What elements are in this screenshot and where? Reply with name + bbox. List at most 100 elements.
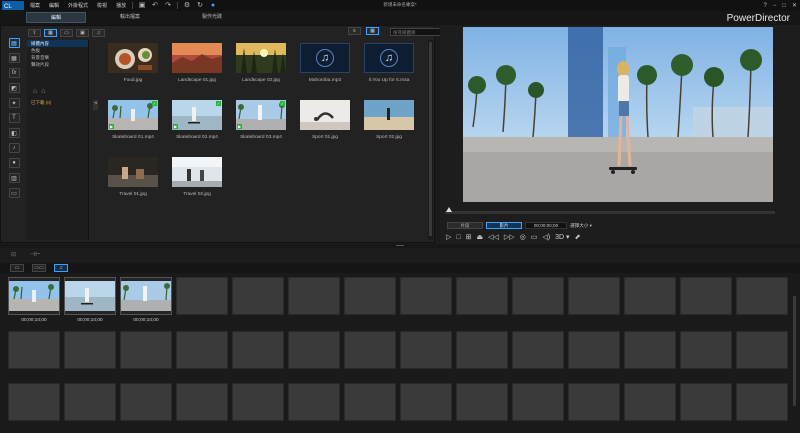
media-thumbnail[interactable] — [300, 100, 350, 130]
tab-produce[interactable]: 輸出檔案 — [100, 12, 160, 23]
media-item[interactable]: ♫ Mahoroba.mp3 — [292, 43, 358, 83]
storyboard-empty-slot[interactable] — [736, 383, 788, 421]
media-thumbnail[interactable] — [172, 43, 222, 73]
particle-icon[interactable]: ✦ — [8, 98, 20, 108]
media-item[interactable]: Travel 01.jpg — [100, 157, 166, 197]
storyboard-clip[interactable] — [64, 277, 116, 315]
menu-edit[interactable]: 編輯 — [49, 2, 59, 9]
close-icon[interactable]: ✕ — [792, 2, 797, 9]
tree-item-sound-clips[interactable]: 聲效片段 — [27, 61, 88, 68]
image-filter-button[interactable]: ▣ — [76, 28, 89, 37]
media-item[interactable]: Travel 02.jpg — [164, 157, 230, 197]
media-item[interactable]: Landscape 02.jpg — [228, 43, 294, 83]
playhead-marker[interactable] — [446, 207, 452, 212]
storyboard-empty-slot[interactable] — [400, 331, 452, 369]
storyboard-empty-slot[interactable] — [232, 331, 284, 369]
storyboard-empty-slot[interactable] — [456, 331, 508, 369]
storyboard-empty-slot[interactable] — [624, 383, 676, 421]
stop-icon[interactable]: □ — [456, 234, 460, 241]
media-thumbnail[interactable]: ✓ ▶ — [236, 100, 286, 130]
transition-icon[interactable]: ◧ — [8, 128, 20, 138]
storyboard-empty-slot[interactable] — [680, 331, 732, 369]
storyboard-empty-slot[interactable] — [400, 277, 452, 315]
chapter-icon[interactable]: ▥ — [8, 173, 20, 183]
storyboard-empty-slot[interactable] — [456, 383, 508, 421]
sync-icon[interactable]: ↻ — [196, 1, 204, 9]
thumbnail-view-button[interactable]: ▦ — [366, 27, 379, 35]
save-icon[interactable]: ▣ — [138, 1, 146, 9]
media-item[interactable]: Sport 01.jpg — [292, 100, 358, 140]
menu-file[interactable]: 檔案 — [30, 2, 40, 9]
aspect-dropdown[interactable]: 選擇大小 ▾ — [570, 222, 602, 229]
preferences-icon[interactable]: ⚙ — [183, 1, 191, 9]
storyboard-empty-slot[interactable] — [624, 277, 676, 315]
tag-outline-icon[interactable]: ⌂ — [41, 88, 45, 95]
storyboard-empty-slot[interactable] — [736, 277, 788, 315]
tag-icon[interactable]: ⌂ — [33, 88, 37, 95]
audio-thumbnail[interactable]: ♫ — [300, 43, 350, 73]
maximize-icon[interactable]: □ — [782, 3, 786, 9]
media-thumbnail[interactable]: ✓ ▶ — [172, 100, 222, 130]
storyboard-empty-slot[interactable] — [176, 277, 228, 315]
volume-icon[interactable]: ◁) — [542, 234, 550, 241]
media-item[interactable]: ✓ ▶ Skateboard 01.mp4 — [100, 100, 166, 140]
subtitle-toggle-icon[interactable]: ▭ — [531, 234, 538, 241]
timecode-display[interactable]: 00;00;00;00 — [525, 221, 567, 229]
3d-mode-dropdown[interactable]: 3D ▾ — [555, 234, 569, 241]
storyboard-empty-slot[interactable] — [680, 277, 732, 315]
media-item[interactable]: ✓ ▶ Skateboard 03.mp4 — [228, 100, 294, 140]
storyboard-empty-slot[interactable] — [176, 331, 228, 369]
collapse-tree-button[interactable]: ◂ — [93, 100, 98, 110]
tree-item-color-boards[interactable]: 色板 — [27, 47, 88, 54]
media-thumbnail[interactable] — [172, 157, 222, 187]
play-icon[interactable]: ▷ — [446, 234, 451, 241]
storyboard-empty-slot[interactable] — [512, 331, 564, 369]
storyboard-empty-slot[interactable] — [288, 383, 340, 421]
media-item[interactable]: Food.jpg — [100, 43, 166, 83]
video-filter-button[interactable]: ▭ — [60, 28, 73, 37]
storyboard-empty-slot[interactable] — [288, 277, 340, 315]
storyboard-empty-slot[interactable] — [344, 277, 396, 315]
storyboard-empty-slot[interactable] — [456, 277, 508, 315]
storyboard-empty-slot[interactable] — [288, 331, 340, 369]
next-frame-icon[interactable]: ⏏ — [477, 234, 484, 241]
storyboard-empty-slot[interactable] — [64, 383, 116, 421]
media-thumbnail[interactable] — [364, 100, 414, 130]
storyboard-empty-slot[interactable] — [624, 331, 676, 369]
media-thumbnail[interactable] — [108, 43, 158, 73]
undock-preview-icon[interactable]: ⬈ — [575, 234, 581, 241]
tab-create-disc[interactable]: 製作光碟 — [182, 12, 242, 23]
storyboard-empty-slot[interactable] — [64, 331, 116, 369]
minimize-icon[interactable]: − — [773, 3, 777, 9]
pip-icon[interactable]: ◩ — [8, 83, 20, 93]
movie-mode-button[interactable]: 影片 — [486, 221, 522, 229]
audio-filter-button[interactable]: ♫ — [92, 28, 105, 37]
storyboard-empty-slot[interactable] — [512, 277, 564, 315]
undo-icon[interactable]: ↶ — [151, 1, 159, 9]
storyboard-empty-slot[interactable] — [8, 331, 60, 369]
storyboard-empty-slot[interactable] — [568, 383, 620, 421]
voiceover-icon[interactable]: ● — [8, 158, 20, 168]
storyboard-empty-slot[interactable] — [568, 277, 620, 315]
storyboard-clip[interactable] — [8, 277, 60, 315]
media-item[interactable]: ✓ ▶ Skateboard 02.mp4 — [164, 100, 230, 140]
storyboard-empty-slot[interactable] — [512, 383, 564, 421]
clip-mode-button[interactable]: 片段 — [447, 221, 483, 229]
subtitle-icon[interactable]: ▭ — [8, 188, 20, 198]
storyboard-empty-slot[interactable] — [176, 383, 228, 421]
tab-overlay-track[interactable]: ▭▭ — [32, 264, 46, 272]
preview-scrub-bar[interactable] — [445, 211, 775, 214]
library-scrollbar[interactable] — [428, 40, 433, 240]
storyboard-empty-slot[interactable] — [568, 331, 620, 369]
storyboard-empty-slot[interactable] — [680, 383, 732, 421]
snapshot-icon[interactable]: ◎ — [520, 234, 526, 241]
media-room-icon[interactable]: ▤ — [8, 38, 20, 48]
redo-icon[interactable]: ↷ — [164, 1, 172, 9]
title-icon[interactable]: T — [8, 113, 20, 123]
tab-edit[interactable]: 編輯 — [26, 12, 86, 23]
tab-music-track[interactable]: ♫ — [54, 264, 68, 272]
media-thumbnail[interactable]: ✓ ▶ — [108, 100, 158, 130]
storyboard-empty-slot[interactable] — [400, 383, 452, 421]
calendar-icon[interactable]: ▦ — [8, 53, 20, 63]
menu-plugins[interactable]: 外掛程式 — [68, 2, 88, 9]
